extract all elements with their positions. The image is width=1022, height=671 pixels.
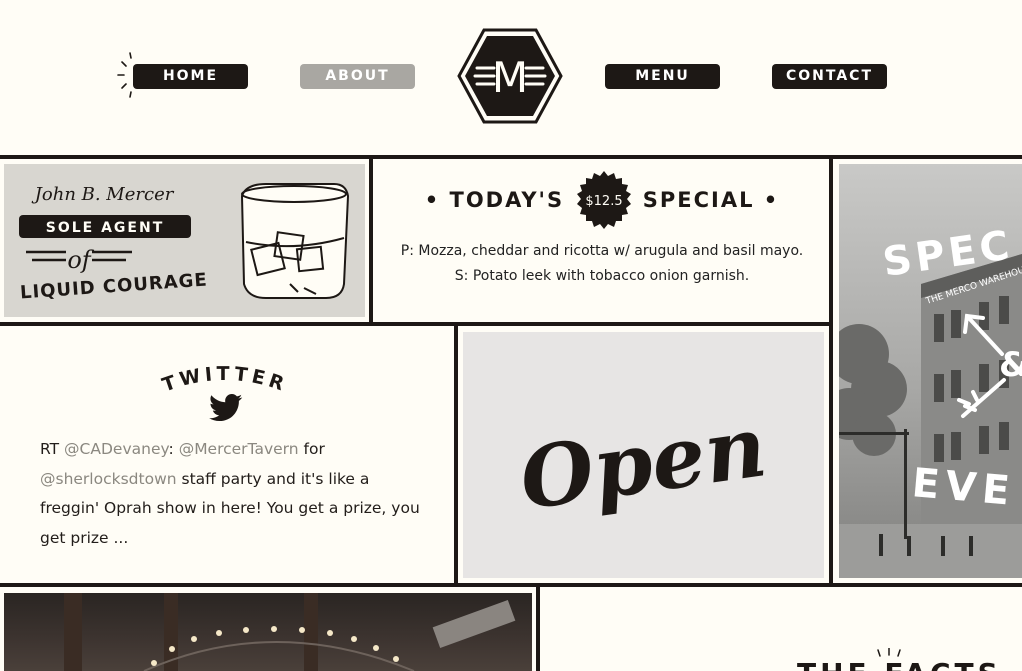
tweet-handle-link[interactable]: @CADevaney bbox=[64, 440, 168, 458]
nav-home-button[interactable]: HOME bbox=[133, 64, 248, 89]
divider bbox=[0, 155, 1022, 159]
divider bbox=[0, 322, 831, 326]
of-text: of bbox=[67, 246, 94, 274]
divider bbox=[829, 155, 833, 585]
nav-contact-button[interactable]: CONTACT bbox=[772, 64, 887, 89]
svg-text:$12.5: $12.5 bbox=[585, 194, 622, 209]
open-sign-text: Open bbox=[514, 396, 772, 528]
liquid-courage-text: LIQUID COURAGE bbox=[19, 269, 208, 303]
bullet-icon: • bbox=[763, 188, 780, 212]
tweet-handle-link[interactable]: @MercerTavern bbox=[179, 440, 299, 458]
special-left-text: TODAY'S bbox=[449, 188, 565, 212]
interior-photo[interactable] bbox=[4, 593, 532, 671]
logo[interactable]: M bbox=[457, 28, 563, 124]
promo-tile[interactable]: John B. Mercer SOLE AGENT of LIQUID COUR… bbox=[4, 164, 365, 317]
event-photo[interactable]: THE MERCO WAREHOUSE SPEC & EVE bbox=[839, 164, 1022, 578]
tweet-handle-link[interactable]: @sherlocksdtown bbox=[40, 470, 177, 488]
special-right-text: SPECIAL bbox=[642, 188, 755, 212]
tweet-text: RT @CADevaney: @MercerTavern for @sherloc… bbox=[40, 440, 420, 547]
divider bbox=[536, 583, 540, 671]
svg-text:M: M bbox=[492, 53, 528, 102]
facts-heading: THE FACTS bbox=[797, 660, 1002, 671]
special-description: P: Mozza, cheddar and ricotta w/ arugula… bbox=[400, 243, 804, 284]
photo-text-bottom: EVE bbox=[910, 460, 1017, 515]
whiskey-glass-icon bbox=[240, 183, 350, 299]
price-badge: $12.5 bbox=[577, 171, 631, 229]
bullet-icon: • bbox=[424, 188, 441, 212]
divider bbox=[454, 322, 458, 586]
signature-text: John B. Mercer bbox=[31, 184, 175, 205]
divider bbox=[0, 583, 1022, 587]
svg-text:TWITTER: TWITTER bbox=[159, 363, 290, 396]
nav-about-button[interactable]: ABOUT bbox=[300, 64, 415, 89]
nav-menu-button[interactable]: MENU bbox=[605, 64, 720, 89]
divider bbox=[369, 155, 373, 325]
sparkle-icon bbox=[117, 52, 132, 98]
twitter-bird-icon[interactable] bbox=[209, 394, 243, 422]
sole-agent-text: SOLE AGENT bbox=[46, 220, 165, 236]
open-sign-tile[interactable]: Open bbox=[463, 332, 824, 578]
